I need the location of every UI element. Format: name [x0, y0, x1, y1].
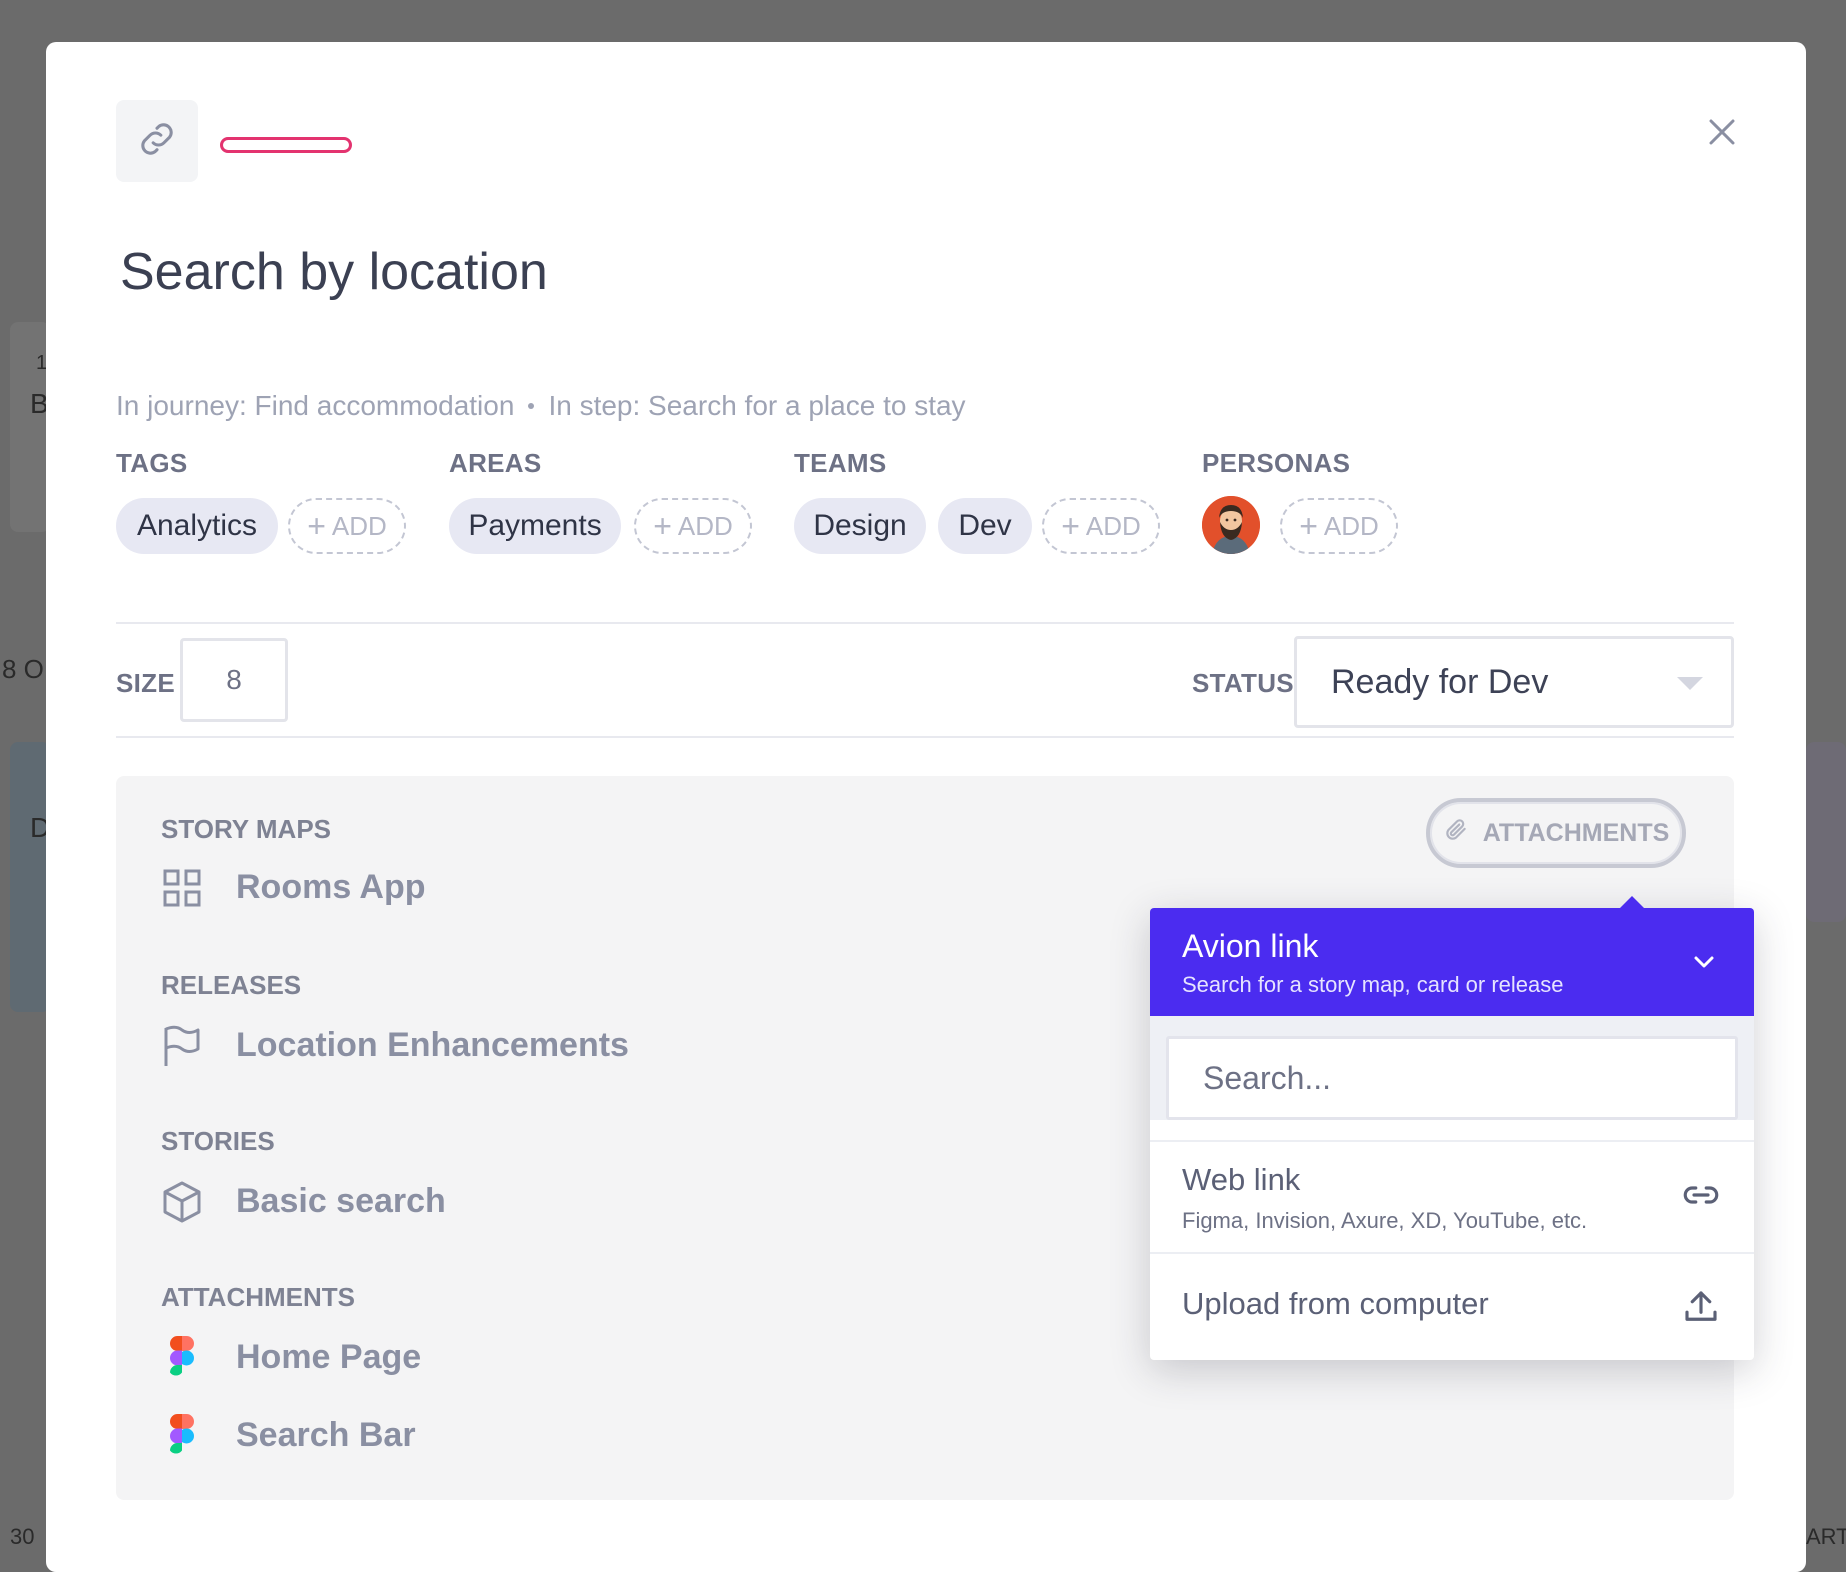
bearded-man-avatar-icon [1202, 496, 1260, 554]
tag-chip[interactable]: Analytics [116, 498, 278, 554]
attachment-link[interactable]: Home Page [236, 1338, 421, 1377]
web-link-title: Web link [1182, 1162, 1301, 1197]
divider [116, 622, 1734, 624]
plus-icon: + [1061, 508, 1080, 544]
divider [116, 736, 1734, 738]
status-label: STATUS [1192, 668, 1294, 698]
status-select[interactable]: Ready for Dev [1294, 636, 1734, 728]
attachment-dropdown: Avion link Search for a story map, card … [1150, 896, 1754, 1360]
upload-title: Upload from computer [1182, 1286, 1489, 1321]
web-link-option[interactable]: Web link Figma, Invision, Axure, XD, You… [1150, 1140, 1754, 1252]
personas-label: PERSONAS [1202, 448, 1351, 478]
upload-icon [1680, 1286, 1722, 1328]
breadcrumb: In journey: Find accommodation In step: … [116, 390, 966, 422]
add-area-button[interactable]: + ADD [634, 498, 752, 554]
releases-label: RELEASES [161, 970, 302, 1000]
team-chip[interactable]: Dev [938, 498, 1032, 554]
link-icon [134, 116, 180, 167]
add-label: ADD [1323, 510, 1379, 541]
plus-icon: + [1299, 508, 1318, 544]
breadcrumb-journey[interactable]: In journey: Find accommodation [116, 390, 514, 422]
size-input[interactable]: 8 [180, 638, 288, 722]
figma-icon [160, 1336, 204, 1380]
card-detail-modal: Search by location In journey: Find acco… [46, 42, 1806, 1572]
add-persona-button[interactable]: + ADD [1280, 498, 1398, 554]
tags-label: TAGS [116, 448, 188, 478]
area-chip[interactable]: Payments [449, 498, 621, 554]
attachments-label: ATTACHMENTS [161, 1282, 356, 1312]
close-icon [1707, 117, 1737, 152]
persona-avatar[interactable] [1202, 496, 1260, 554]
add-label: ADD [677, 510, 733, 541]
plus-icon: + [307, 508, 326, 544]
add-label: ADD [331, 510, 387, 541]
flag-icon [160, 1024, 204, 1068]
upload-option[interactable]: Upload from computer [1150, 1252, 1754, 1360]
background-card-3 [1806, 742, 1846, 922]
story-map-link[interactable]: Rooms App [236, 868, 426, 907]
figma-icon [160, 1414, 204, 1458]
release-link[interactable]: Location Enhancements [236, 1026, 629, 1065]
search-area [1150, 1016, 1754, 1120]
story-link[interactable]: Basic search [236, 1182, 446, 1221]
add-tag-button[interactable]: + ADD [288, 498, 406, 554]
breadcrumb-separator [528, 403, 535, 409]
link-type-icon-box [116, 100, 198, 182]
page-title[interactable]: Search by location [120, 242, 548, 302]
attachments-button[interactable]: ATTACHMENTS [1426, 798, 1686, 868]
team-chip[interactable]: Design [794, 498, 926, 554]
search-input[interactable] [1166, 1036, 1738, 1120]
avion-link-option[interactable]: Avion link Search for a story map, card … [1150, 908, 1754, 1016]
link-icon [1680, 1174, 1722, 1216]
areas-label: AREAS [449, 448, 542, 478]
background-fragment: 30 [10, 1524, 35, 1549]
breadcrumb-step[interactable]: In step: Search for a place to stay [548, 390, 965, 422]
status-value: Ready for Dev [1331, 662, 1549, 701]
web-link-subtitle: Figma, Invision, Axure, XD, YouTube, etc… [1182, 1208, 1588, 1233]
card-type-indicator [220, 137, 352, 153]
size-label: SIZE [116, 668, 175, 698]
cube-icon [160, 1180, 204, 1224]
plus-icon: + [653, 508, 672, 544]
add-team-button[interactable]: + ADD [1042, 498, 1160, 554]
attachment-link[interactable]: Search Bar [236, 1416, 416, 1455]
teams-label: TEAMS [794, 448, 887, 478]
attachments-button-label: ATTACHMENTS [1482, 818, 1670, 847]
background-card-2 [10, 742, 50, 1012]
paperclip-icon [1443, 816, 1469, 851]
avion-link-title: Avion link [1182, 928, 1319, 964]
story-maps-label: STORY MAPS [161, 814, 332, 844]
stories-label: STORIES [161, 1126, 275, 1156]
avion-link-subtitle: Search for a story map, card or release [1182, 972, 1564, 997]
background-fragment: ART [1806, 1524, 1846, 1549]
caret-down-icon [1677, 677, 1703, 690]
chevron-down-icon [1688, 946, 1720, 978]
grid-icon [160, 866, 204, 910]
add-label: ADD [1085, 510, 1141, 541]
close-button[interactable] [1698, 110, 1746, 158]
